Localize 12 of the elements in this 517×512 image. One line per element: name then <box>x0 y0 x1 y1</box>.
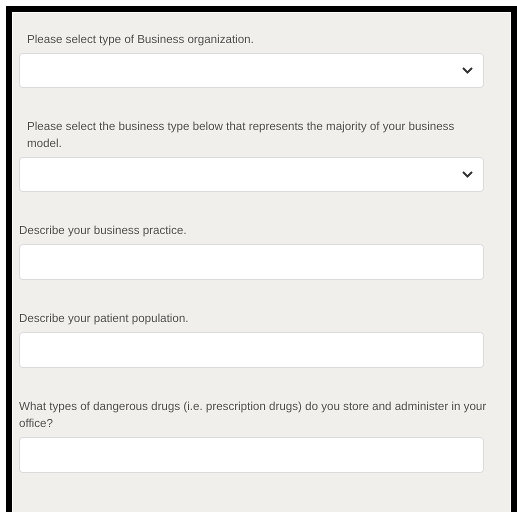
dropdown-field[interactable] <box>19 157 484 192</box>
caret-icon <box>462 67 473 74</box>
input-field[interactable] <box>19 244 484 280</box>
field-label: What types of dangerous drugs (i.e. prescription drugs) do you store and administer in your office? <box>19 399 488 432</box>
input-field[interactable] <box>19 437 484 473</box>
field-label: Please select type of Business organization. <box>26 32 255 48</box>
field-label: Describe your business practice. <box>19 223 188 239</box>
field-label: Please select the business type below that represents the majority of your business model. <box>26 119 456 152</box>
dropdown-field[interactable] <box>19 53 484 88</box>
caret-icon <box>462 171 473 178</box>
field-label: Describe your patient population. <box>19 311 190 327</box>
input-field[interactable] <box>19 332 484 368</box>
